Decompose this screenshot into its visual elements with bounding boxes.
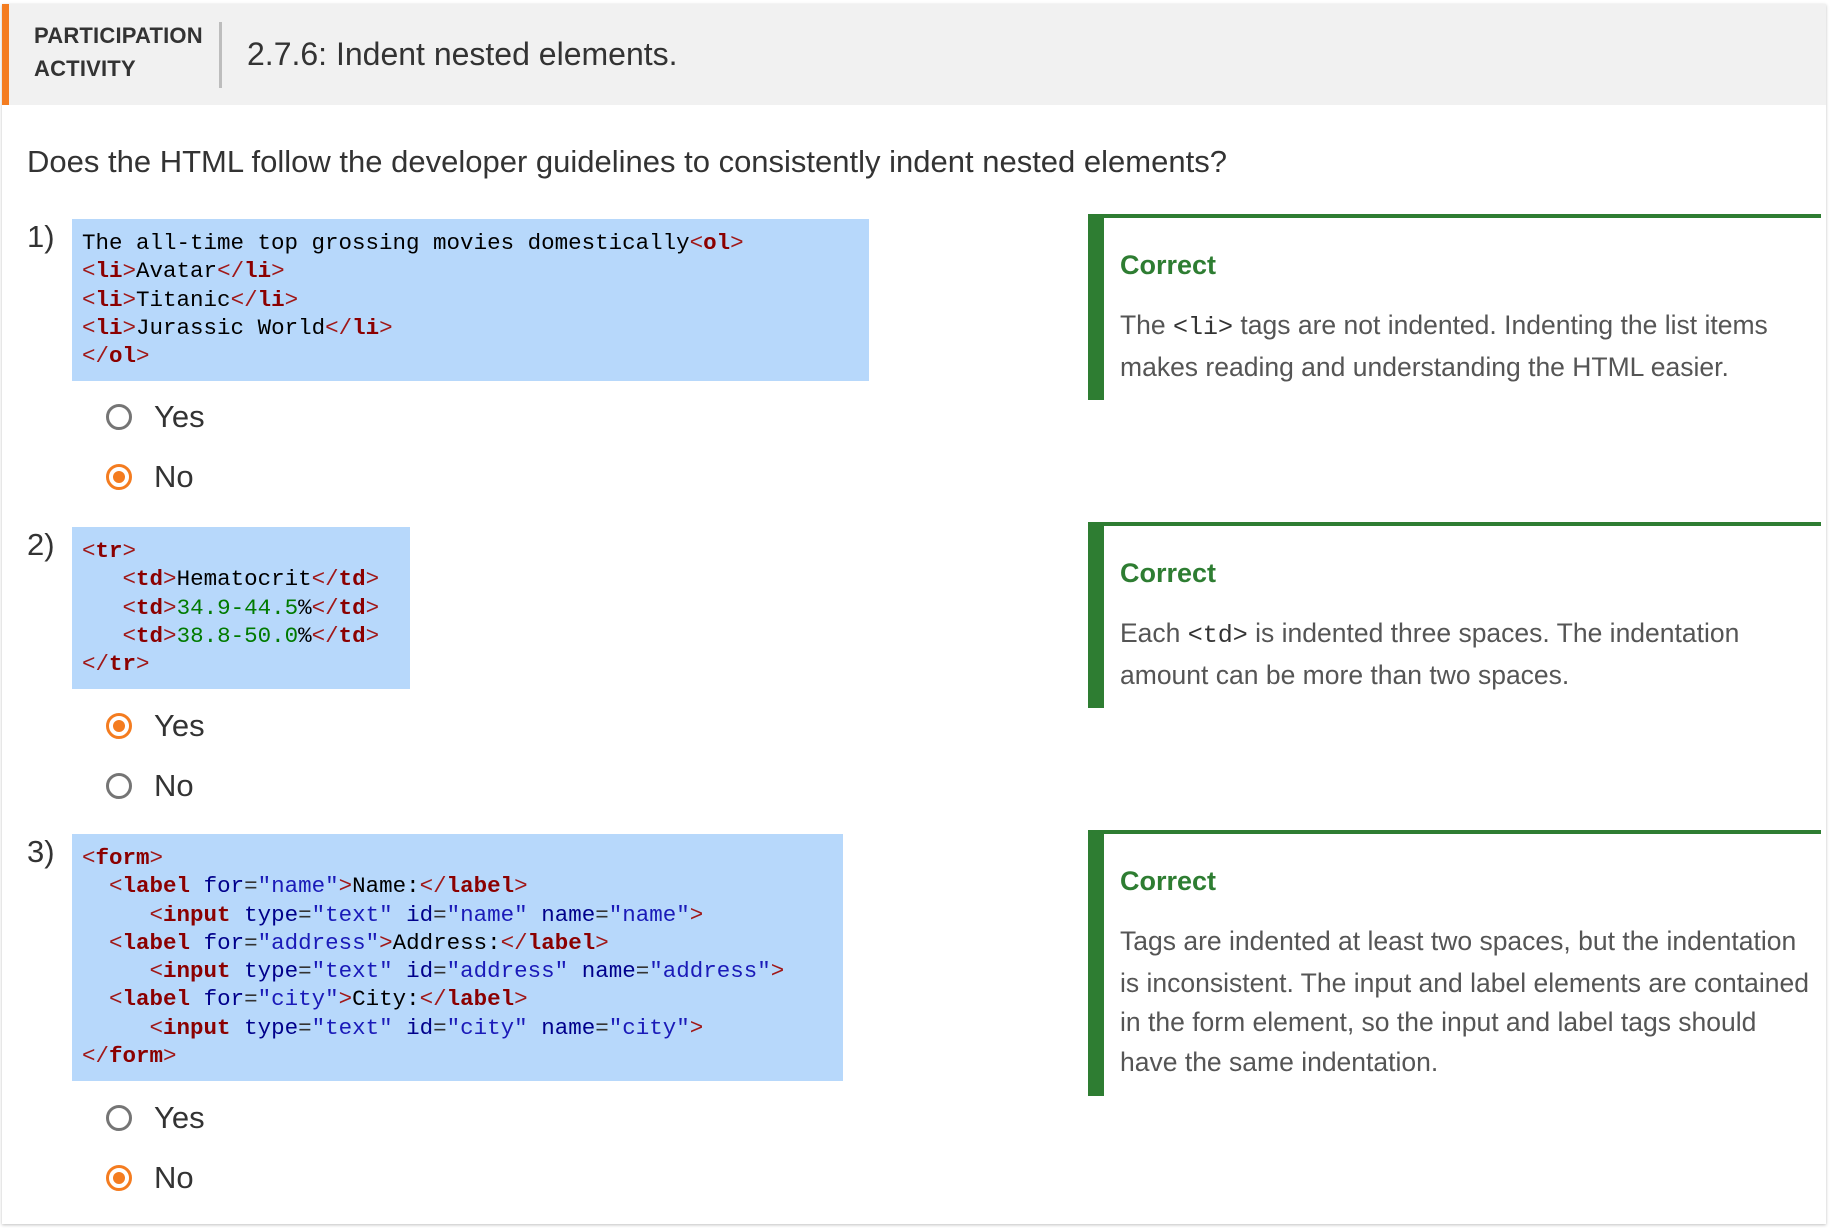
option-label: Yes [154, 399, 205, 434]
code-line: <li>Avatar</li> [82, 258, 285, 285]
feedback-panel: Correct Each <td> is indented three spac… [1088, 522, 1821, 708]
option-no[interactable]: No [106, 766, 194, 806]
activity-type-label: PARTICIPATION ACTIVITY [34, 19, 203, 85]
code-line: <input type="text" id="name" name="name"… [149, 901, 704, 928]
option-no[interactable]: No [106, 457, 194, 497]
option-yes[interactable]: Yes [106, 1098, 205, 1138]
question-number: 1) [27, 219, 55, 254]
radio-button[interactable] [106, 1165, 132, 1191]
code-line: <td>34.9-44.5%</td> [122, 594, 380, 621]
feedback-panel: Correct The <li> tags are not indented. … [1088, 214, 1821, 400]
feedback-status: Correct [1120, 866, 1217, 896]
code-line: <td>38.8-50.0%</td> [122, 622, 380, 649]
option-no[interactable]: No [106, 1158, 194, 1198]
feedback-inline-code: <td> [1187, 621, 1248, 650]
code-snippet: The all-time top grossing movies domesti… [72, 219, 869, 381]
code-line: </form> [82, 1043, 177, 1070]
code-line: <input type="text" id="city" name="city"… [149, 1014, 704, 1041]
code-line: <form> [82, 845, 164, 871]
option-label: No [154, 1160, 194, 1195]
activity-header: PARTICIPATION ACTIVITY 2.7.6: Indent nes… [2, 4, 1826, 105]
code-snippet: <form> <label for="name">Name:</label> <… [72, 834, 843, 1081]
feedback-explanation: The <li> tags are not indented. Indentin… [1120, 306, 1820, 387]
code-line: </ol> [82, 343, 150, 370]
code-line: <label for="city">City:</label> [109, 986, 528, 1013]
feedback-text-before: Each [1120, 618, 1188, 648]
question-prompt: Does the HTML follow the developer guide… [27, 144, 1227, 179]
feedback-text-after: Tags are indented at least two spaces, b… [1120, 926, 1809, 1077]
activity-type-line2: ACTIVITY [34, 56, 136, 81]
option-label: Yes [154, 708, 205, 743]
header-divider [219, 22, 222, 88]
code-line: <input type="text" id="address" name="ad… [149, 958, 785, 985]
feedback-status: Correct [1120, 250, 1217, 280]
code-line: <td>Hematocrit</td> [122, 566, 380, 593]
question-number: 2) [27, 527, 55, 562]
radio-button[interactable] [106, 464, 132, 490]
code-line: <label for="name">Name:</label> [109, 873, 528, 900]
question-number: 3) [27, 834, 55, 869]
feedback-text-before: The [1120, 310, 1174, 340]
radio-button[interactable] [106, 713, 132, 739]
feedback-explanation: Tags are indented at least two spaces, b… [1120, 922, 1820, 1082]
option-label: Yes [154, 1100, 205, 1135]
radio-button[interactable] [106, 404, 132, 430]
feedback-explanation: Each <td> is indented three spaces. The … [1120, 614, 1820, 695]
code-snippet: <tr> <td>Hematocrit</td> <td>34.9-44.5%<… [72, 527, 410, 689]
code-line: <tr> [82, 538, 137, 564]
option-yes[interactable]: Yes [106, 397, 205, 437]
code-line: <label for="address">Address:</label> [109, 929, 609, 956]
code-line: The all-time top grossing movies domesti… [82, 230, 744, 256]
option-label: No [154, 768, 194, 803]
feedback-status: Correct [1120, 558, 1217, 588]
option-label: No [154, 459, 194, 494]
code-line: </tr> [82, 651, 150, 678]
option-yes[interactable]: Yes [106, 706, 205, 746]
radio-button[interactable] [106, 1105, 132, 1131]
code-line: <li>Titanic</li> [82, 286, 299, 313]
code-line: <li>Jurassic World</li> [82, 314, 393, 341]
feedback-panel: Correct Tags are indented at least two s… [1088, 830, 1821, 1096]
activity-type-line1: PARTICIPATION [34, 23, 203, 48]
feedback-inline-code: <li> [1173, 313, 1234, 342]
participation-activity-card: PARTICIPATION ACTIVITY 2.7.6: Indent nes… [2, 4, 1826, 1224]
activity-title: 2.7.6: Indent nested elements. [247, 36, 678, 72]
radio-button[interactable] [106, 773, 132, 799]
